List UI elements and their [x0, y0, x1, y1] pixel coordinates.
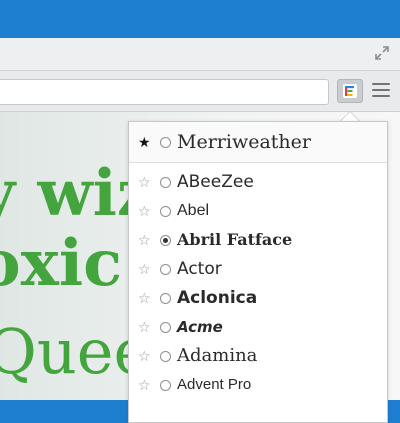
radio-button[interactable] [160, 380, 171, 391]
radio-button[interactable] [160, 351, 171, 362]
font-name: Acme [177, 318, 223, 336]
star-icon[interactable]: ☆ [138, 292, 152, 306]
browser-toolbar [0, 71, 400, 112]
popup-pointer [340, 111, 360, 121]
radio-button-selected[interactable] [160, 235, 171, 246]
font-row[interactable]: ☆ Abril Fatface [129, 229, 387, 258]
font-name: Aclonica [177, 288, 258, 308]
font-name: Abril Fatface [177, 230, 293, 249]
radio-button[interactable] [160, 177, 171, 188]
font-name: ABeeZee [177, 172, 254, 192]
font-row[interactable]: ☆ Actor [129, 258, 387, 287]
star-icon[interactable]: ★ [138, 136, 152, 150]
font-row[interactable]: ☆ ABeeZee [129, 171, 387, 200]
expand-window-icon[interactable] [374, 45, 390, 61]
star-icon[interactable]: ☆ [138, 263, 152, 277]
font-row[interactable]: ☆ Abel [129, 200, 387, 229]
font-name: Abel [177, 202, 210, 219]
font-row[interactable]: ☆ Adamina [129, 345, 387, 374]
font-name: Actor [177, 259, 222, 279]
star-icon[interactable]: ☆ [138, 321, 152, 335]
font-row[interactable]: ☆ Advent Pro [129, 374, 387, 403]
font-changer-icon [343, 84, 357, 98]
font-extension-button[interactable] [337, 79, 363, 103]
star-icon[interactable]: ☆ [138, 379, 152, 393]
font-row[interactable]: ☆ Acme [129, 316, 387, 345]
address-bar[interactable] [0, 79, 329, 105]
radio-button[interactable] [160, 206, 171, 217]
font-row[interactable]: ☆ Aclonica [129, 287, 387, 316]
star-icon[interactable]: ☆ [138, 176, 152, 190]
radio-button[interactable] [160, 264, 171, 275]
radio-button[interactable] [160, 137, 171, 148]
star-icon[interactable]: ☆ [138, 350, 152, 364]
star-icon[interactable]: ☆ [138, 205, 152, 219]
font-name: Advent Pro [177, 376, 252, 393]
font-name: Merriweather [177, 131, 311, 153]
radio-button[interactable] [160, 322, 171, 333]
hamburger-menu-icon[interactable] [372, 83, 390, 99]
current-font-row[interactable]: ★ Merriweather [129, 122, 387, 163]
font-name: Adamina [177, 345, 258, 366]
title-bar [0, 38, 400, 71]
radio-button[interactable] [160, 293, 171, 304]
star-icon[interactable]: ☆ [138, 234, 152, 248]
font-picker-popup: ★ Merriweather ☆ ABeeZee ☆ Abel ☆ Abril … [128, 121, 388, 423]
